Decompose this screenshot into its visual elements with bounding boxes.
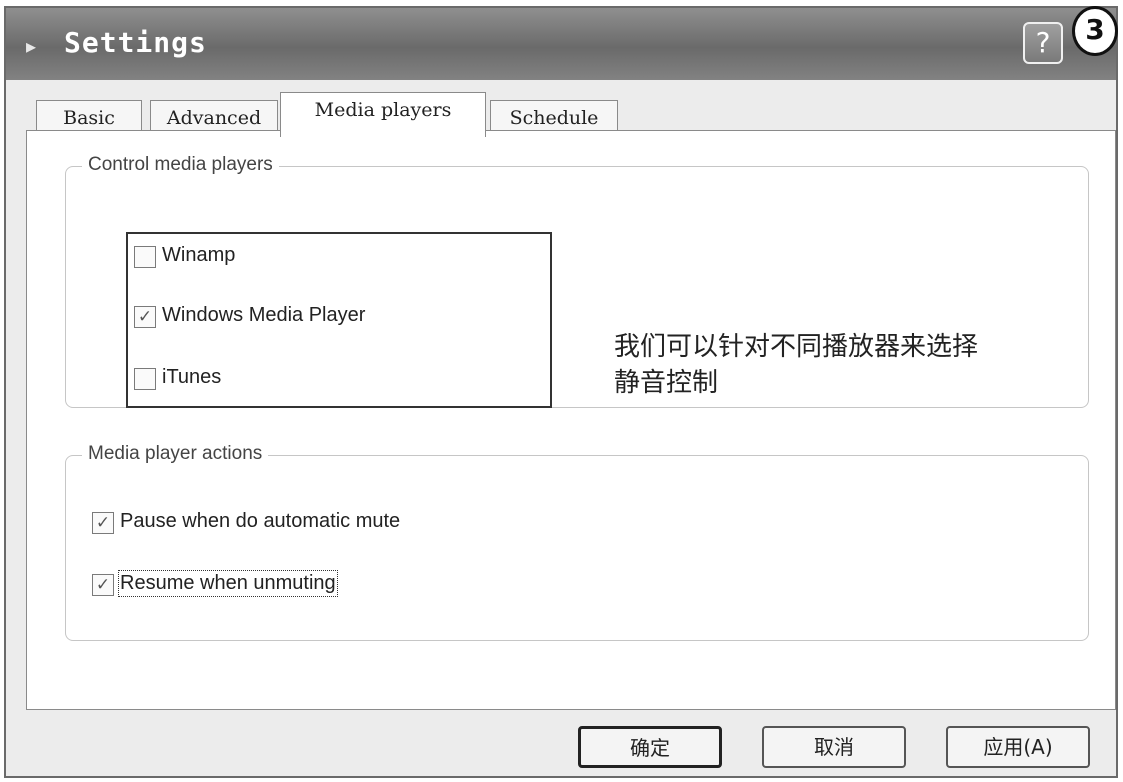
windows-media-player-checkbox[interactable]: ✓	[134, 306, 156, 328]
winamp-label: Winamp	[162, 244, 236, 266]
itunes-label: iTunes	[162, 366, 222, 388]
itunes-checkbox[interactable]	[134, 368, 156, 390]
control-media-players-label: Control media players	[82, 154, 279, 176]
annotation-note: 我们可以针对不同播放器来选择 静音控制	[614, 329, 1114, 401]
app-icon: ▸	[26, 34, 37, 58]
cancel-button[interactable]: 取消	[762, 726, 906, 768]
media-player-actions-group: Media player actions ✓ Pause when do aut…	[65, 443, 1089, 641]
windows-media-player-label: Windows Media Player	[162, 304, 366, 326]
ok-button[interactable]: 确定	[578, 726, 722, 768]
window-title: Settings	[64, 26, 207, 59]
annotation-line-1: 我们可以针对不同播放器来选择	[614, 332, 979, 362]
media-player-list: Winamp ✓ Windows Media Player iTunes	[126, 232, 552, 408]
media-player-actions-label: Media player actions	[82, 443, 269, 465]
winamp-checkbox[interactable]	[134, 246, 156, 268]
title-bar[interactable]: ▸ Settings ?	[6, 8, 1116, 80]
settings-window: ▸ Settings ? Basic Advanced Media player…	[4, 6, 1118, 778]
tab-panel-media-players: Control media players Winamp ✓ Windows M…	[26, 130, 1116, 710]
pause-on-mute-label: Pause when do automatic mute	[120, 510, 401, 532]
pause-on-mute-checkbox[interactable]: ✓	[92, 512, 114, 534]
resume-on-unmute-label: Resume when unmuting	[118, 570, 338, 597]
tab-media-players[interactable]: Media players	[280, 92, 486, 137]
resume-on-unmute-checkbox[interactable]: ✓	[92, 574, 114, 596]
step-number-badge: 3	[1072, 6, 1118, 56]
apply-button[interactable]: 应用(A)	[946, 726, 1090, 768]
annotation-line-2: 静音控制	[614, 368, 719, 398]
help-button[interactable]: ?	[1023, 22, 1063, 64]
control-media-players-group: Control media players Winamp ✓ Windows M…	[65, 154, 1089, 408]
